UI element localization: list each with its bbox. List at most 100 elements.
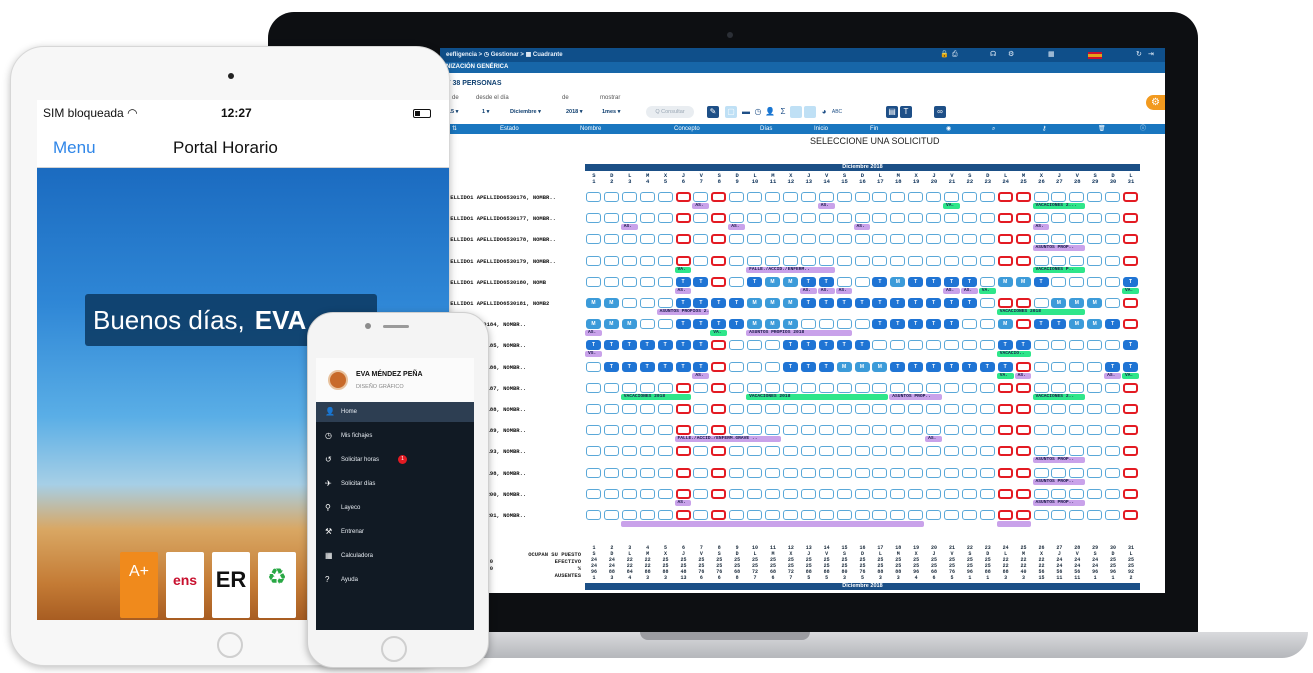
day-cell[interactable] (854, 510, 870, 520)
day-cell[interactable] (1069, 255, 1085, 266)
day-cell[interactable]: T (693, 319, 709, 330)
day-cell[interactable] (603, 382, 619, 393)
day-cell[interactable]: M (1069, 319, 1085, 330)
day-cell[interactable] (890, 467, 906, 478)
day-cell[interactable]: T (979, 361, 995, 372)
day-cell[interactable]: T (711, 319, 727, 330)
day-cell[interactable] (711, 382, 727, 393)
day-cell[interactable]: T (675, 340, 691, 351)
day-cell[interactable] (693, 425, 709, 436)
day-cell[interactable] (1015, 404, 1031, 414)
day-cell[interactable] (747, 234, 763, 245)
day-cell[interactable] (711, 192, 727, 202)
day-cell[interactable] (657, 298, 673, 308)
day-cell[interactable]: T (603, 361, 619, 372)
search-icon[interactable]: ⌕ (992, 124, 995, 134)
day-cell[interactable] (711, 404, 727, 414)
day-cell[interactable] (944, 404, 959, 414)
day-cell[interactable] (747, 192, 763, 202)
eye-icon[interactable]: ◉ (946, 124, 951, 134)
day-cell[interactable]: T (1123, 276, 1138, 287)
clock-icon[interactable]: ◷ (752, 106, 764, 118)
day-cell[interactable] (997, 255, 1013, 266)
day-cell[interactable] (836, 319, 852, 330)
absence-bar[interactable]: AS. (585, 330, 602, 337)
day-cell[interactable] (1033, 213, 1049, 224)
day-cell[interactable] (1105, 425, 1121, 436)
day-cell[interactable] (1015, 467, 1031, 478)
day-cell[interactable] (836, 467, 852, 478)
day-cell[interactable] (1087, 361, 1103, 372)
day-cell[interactable] (782, 467, 798, 478)
day-cell[interactable] (961, 213, 977, 224)
month-select[interactable]: Diciembre ▾ (510, 107, 541, 118)
day-cell[interactable] (979, 382, 995, 393)
side-menu-item[interactable]: ◷ Mis fichajes (316, 426, 474, 446)
absence-bar[interactable]: VA. (1122, 287, 1139, 294)
day-cell[interactable] (1015, 425, 1031, 436)
day-cell[interactable]: T (1015, 340, 1031, 351)
absence-bar[interactable] (996, 521, 1032, 527)
col-inicio[interactable]: Inicio (814, 124, 828, 134)
day-cell[interactable] (944, 446, 959, 457)
day-cell[interactable]: T (1051, 319, 1067, 330)
absence-bar[interactable]: VA. (1122, 372, 1139, 379)
day-cell[interactable] (657, 446, 673, 457)
info-icon[interactable]: ⓘ (1140, 124, 1146, 134)
day-cell[interactable] (961, 510, 977, 520)
day-cell[interactable] (675, 213, 691, 224)
day-cell[interactable] (603, 510, 619, 520)
day-cell[interactable] (639, 255, 655, 266)
day-cell[interactable] (836, 234, 852, 245)
day-cell[interactable] (926, 340, 942, 351)
absence-bar[interactable]: AS. (674, 287, 692, 294)
absence-bar[interactable]: AS. (674, 499, 692, 506)
day-cell[interactable] (800, 192, 816, 202)
day-cell[interactable] (1069, 192, 1085, 202)
absence-bar[interactable]: AS. (692, 203, 710, 209)
day-cell[interactable] (926, 192, 942, 202)
day-cell[interactable]: T (961, 361, 977, 372)
day-cell[interactable] (1015, 446, 1031, 457)
day-cell[interactable] (693, 255, 709, 266)
day-cell[interactable] (1051, 234, 1067, 245)
day-cell[interactable]: T (729, 319, 745, 330)
day-cell[interactable] (890, 404, 906, 414)
day-cell[interactable]: T (944, 298, 959, 308)
day-cell[interactable] (1105, 488, 1121, 499)
day-cell[interactable] (926, 234, 942, 245)
day-cell[interactable]: T (872, 298, 888, 308)
day-cell[interactable] (657, 213, 673, 224)
day-cell[interactable] (586, 404, 601, 414)
day-cell[interactable] (711, 213, 727, 224)
day-cell[interactable] (765, 404, 780, 414)
day-cell[interactable] (854, 234, 870, 245)
day-cell[interactable] (765, 192, 780, 202)
day-cell[interactable] (729, 234, 745, 245)
day-cell[interactable] (747, 446, 763, 457)
absence-bar[interactable]: ASUNTOS PROP.. (1032, 457, 1086, 464)
day-cell[interactable] (800, 488, 816, 499)
day-cell[interactable] (729, 467, 745, 478)
absence-bar[interactable]: ASUNTOS PROP.. (889, 393, 942, 400)
day-cell[interactable] (747, 213, 763, 224)
absence-bar[interactable]: FALLE./ACCID./ENFERM.GRAVE .. (674, 436, 781, 443)
day-cell[interactable] (944, 234, 959, 245)
absence-bar[interactable]: AS. (817, 203, 835, 209)
day-cell[interactable] (586, 192, 601, 202)
day-cell[interactable]: T (890, 319, 906, 330)
day-cell[interactable] (603, 276, 619, 287)
day-cell[interactable] (693, 467, 709, 478)
settings-icon[interactable]: ⚙ (1008, 48, 1014, 62)
day-cell[interactable] (926, 382, 942, 393)
day-cell[interactable] (1123, 510, 1138, 520)
day-cell[interactable] (747, 510, 763, 520)
day-cell[interactable]: T (693, 361, 709, 372)
day-cell[interactable] (979, 340, 995, 351)
day-cell[interactable] (729, 510, 745, 520)
day-cell[interactable] (603, 192, 619, 202)
day-cell[interactable] (1051, 488, 1067, 499)
day-cell[interactable]: T (800, 361, 816, 372)
day-cell[interactable]: M (997, 276, 1013, 287)
day-cell[interactable]: T (908, 361, 924, 372)
